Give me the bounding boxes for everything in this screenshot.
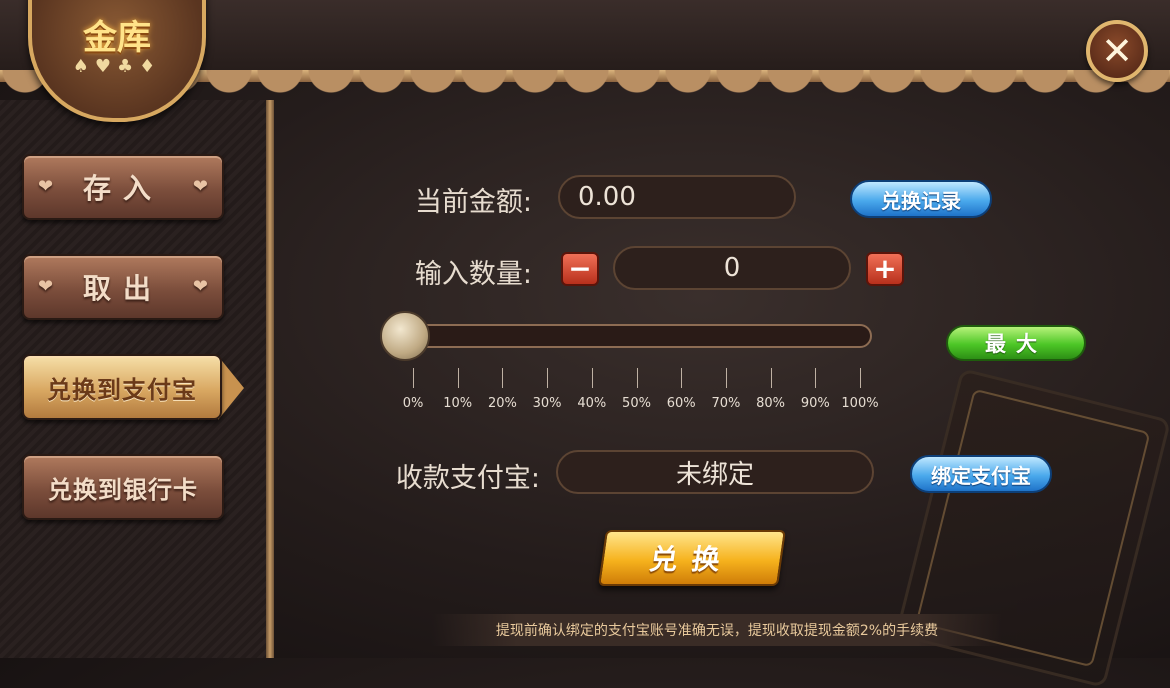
- alipay-account-value: 未绑定: [675, 459, 754, 490]
- logo-title: 金库: [83, 18, 151, 58]
- amount-slider-track[interactable]: [392, 324, 872, 348]
- sidebar-item-label: 兑换到银行卡: [48, 475, 198, 504]
- sidebar-item-withdraw[interactable]: ❤ 取出 ❤: [22, 254, 224, 320]
- decrease-button[interactable]: −: [561, 252, 599, 286]
- slider-tick: [413, 368, 414, 388]
- slider-tick-label: 100%: [841, 396, 879, 411]
- exchange-label: 兑换: [647, 543, 737, 576]
- slider-tick: [591, 368, 593, 388]
- heart-icon: ❤: [192, 176, 208, 197]
- increase-button[interactable]: +: [866, 252, 904, 286]
- sidebar-item-deposit[interactable]: ❤ 存入 ❤: [22, 154, 224, 220]
- sidebar-item-label: 存入: [82, 172, 163, 205]
- slider-tick: [547, 368, 549, 388]
- max-label: 最大: [985, 332, 1047, 356]
- sidebar-item-alipay[interactable]: 兑换到支付宝: [22, 354, 222, 420]
- close-icon: ✕: [1101, 29, 1133, 73]
- slider-tick: [502, 368, 504, 388]
- max-button[interactable]: 最大: [946, 325, 1086, 361]
- slider-tick: [815, 368, 817, 388]
- current-amount-value: 0.00: [578, 182, 636, 212]
- card-suit-icons: ♠♥♣♦: [72, 56, 162, 77]
- heart-icon: ❤: [192, 276, 208, 297]
- exchange-record-button[interactable]: 兑换记录: [850, 180, 992, 218]
- slider-tick-label: 30%: [532, 396, 562, 411]
- sidebar-item-label: 取出: [82, 272, 163, 305]
- slider-tick-label: 10%: [443, 396, 473, 411]
- slider-tick: [725, 368, 727, 388]
- fee-notice: 提现前确认绑定的支付宝账号准确无误，提现收取提现金额2%的手续费: [432, 614, 1002, 646]
- exchange-button[interactable]: 兑换: [598, 530, 786, 586]
- slider-tick-label: 60%: [666, 396, 696, 411]
- sidebar-item-label: 兑换到支付宝: [47, 375, 197, 404]
- heart-icon: ❤: [38, 276, 54, 297]
- slider-tick: [636, 368, 638, 388]
- slider-tick: [860, 368, 861, 388]
- sidebar-divider: [266, 100, 274, 658]
- slider-tick-label: 0%: [402, 396, 424, 411]
- bind-alipay-label: 绑定支付宝: [931, 463, 1031, 488]
- sidebar-item-bankcard[interactable]: 兑换到银行卡: [22, 454, 224, 520]
- quantity-value: 0: [723, 253, 741, 283]
- slider-tick: [681, 368, 683, 388]
- fee-notice-text: 提现前确认绑定的支付宝账号准确无误，提现收取提现金额2%的手续费: [495, 623, 939, 639]
- slider-tick: [770, 368, 772, 388]
- alipay-account-field: 未绑定: [556, 450, 874, 494]
- amount-slider-handle[interactable]: [380, 311, 430, 361]
- bind-alipay-button[interactable]: 绑定支付宝: [910, 455, 1052, 493]
- input-quantity-label: 输入数量:: [414, 259, 532, 290]
- slider-tick-label: 40%: [577, 396, 607, 411]
- slider-tick-label: 70%: [711, 396, 741, 411]
- current-amount-label: 当前金额:: [414, 187, 532, 218]
- quantity-input[interactable]: 0: [613, 246, 851, 290]
- current-amount-field: 0.00: [558, 175, 796, 219]
- slider-tick-label: 50%: [622, 396, 651, 411]
- slider-tick-label: 90%: [800, 396, 830, 411]
- slider-tick: [457, 368, 459, 388]
- slider-tick-label: 20%: [487, 396, 517, 411]
- plus-icon: +: [873, 252, 897, 285]
- slider-tick-label: 80%: [756, 396, 786, 411]
- close-button[interactable]: ✕: [1086, 20, 1148, 82]
- alipay-account-label: 收款支付宝:: [395, 463, 540, 494]
- minus-icon: −: [568, 252, 592, 285]
- exchange-record-label: 兑换记录: [881, 188, 961, 213]
- heart-icon: ❤: [38, 176, 54, 197]
